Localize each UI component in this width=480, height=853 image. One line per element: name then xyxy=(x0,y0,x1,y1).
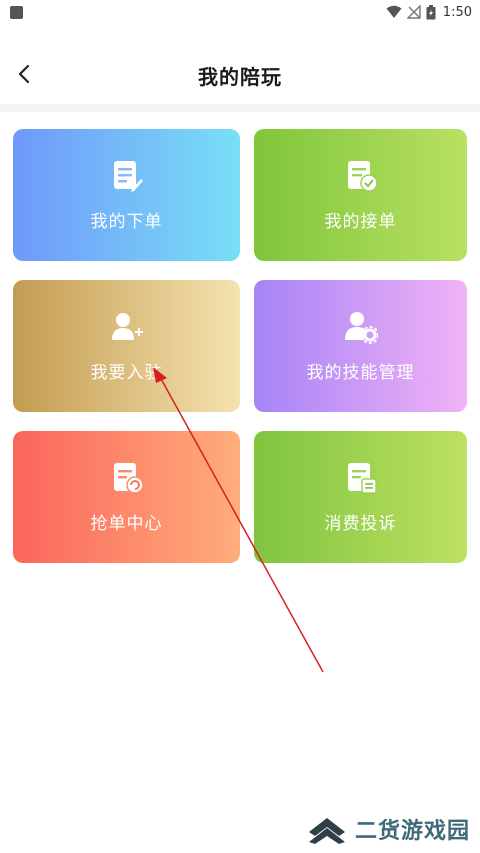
card-label: 抢单中心 xyxy=(90,513,163,534)
chevron-left-icon xyxy=(18,64,30,84)
complaint-card[interactable]: 消费投诉 xyxy=(254,431,467,563)
signal-off-icon xyxy=(406,5,421,19)
order-list-icon xyxy=(113,160,143,192)
card-label: 消费投诉 xyxy=(324,513,397,534)
user-settings-icon xyxy=(344,311,378,344)
battery-icon xyxy=(426,4,436,19)
complaint-icon xyxy=(347,462,377,494)
add-user-icon xyxy=(111,312,143,340)
card-label: 我的技能管理 xyxy=(306,362,415,383)
accept-order-icon xyxy=(347,160,378,192)
grab-order-center-card[interactable]: 抢单中心 xyxy=(13,431,240,563)
notification-icon xyxy=(10,5,23,19)
page-title: 我的陪玩 xyxy=(198,64,282,89)
my-orders-card[interactable]: 我的下单 xyxy=(13,129,240,261)
watermark: 二货游戏园 xyxy=(305,813,470,845)
grab-order-icon xyxy=(113,462,144,494)
my-accepted-orders-card[interactable]: 我的接单 xyxy=(254,129,467,261)
card-label: 我要入驻 xyxy=(90,362,163,383)
status-bar: 1:50 xyxy=(0,0,480,24)
divider xyxy=(0,104,480,112)
clock-time: 1:50 xyxy=(442,4,472,20)
join-card[interactable]: 我要入驻 xyxy=(13,280,240,412)
back-button[interactable] xyxy=(10,60,38,88)
skill-management-card[interactable]: 我的技能管理 xyxy=(254,280,467,412)
menu-grid: 我的下单 我的接单 我要入驻 我的技能管理 抢单中心 消费投诉 xyxy=(13,129,467,563)
card-label: 我的接单 xyxy=(324,211,397,232)
wifi-icon xyxy=(386,5,402,18)
card-label: 我的下单 xyxy=(90,211,163,232)
logo-chevron-icon xyxy=(308,818,345,844)
navigation-bar: 我的陪玩 xyxy=(0,48,480,102)
watermark-text: 二货游戏园 xyxy=(354,819,470,844)
